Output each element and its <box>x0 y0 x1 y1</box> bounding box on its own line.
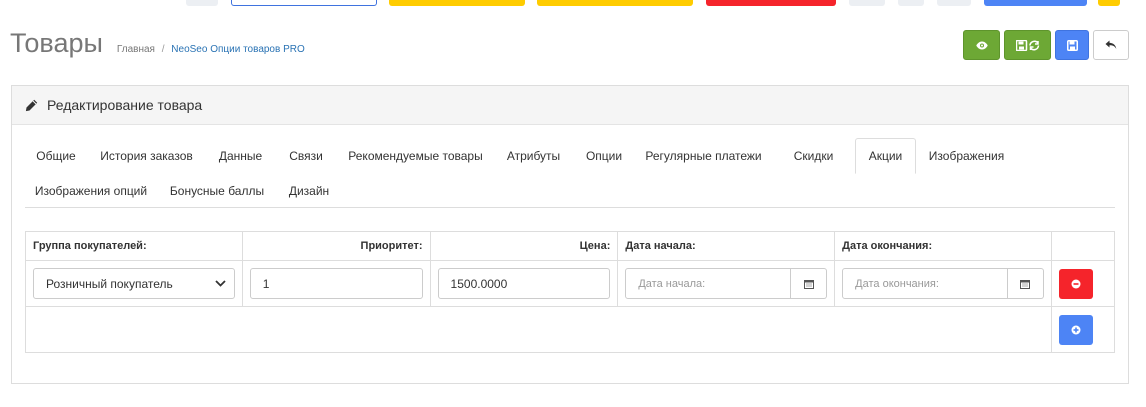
top-button[interactable] <box>849 0 885 6</box>
table-footer-row <box>25 306 1116 353</box>
cell-date-start: Дата начала: <box>617 260 836 307</box>
date-end-placeholder: Дата окончания: <box>855 277 939 290</box>
date-start-calendar-button[interactable] <box>791 268 828 299</box>
date-end-input[interactable]: Дата окончания: <box>842 268 1008 299</box>
customer-group-value: Розничный покупатель <box>46 276 173 291</box>
panel-title: Редактирование товара <box>47 97 203 113</box>
tab-images[interactable]: Изображения <box>916 138 1017 173</box>
tab-recurring[interactable]: Регулярные платежи <box>635 138 772 173</box>
header-priority: Приоритет: <box>241 231 431 261</box>
price-value: 1500.0000 <box>450 276 508 291</box>
cell-priority: 1 <box>241 260 431 307</box>
save-and-stay-button[interactable] <box>1004 30 1051 60</box>
date-end-group: Дата окончания: <box>842 268 1044 299</box>
header-actions <box>963 30 1129 60</box>
save-icon <box>1066 39 1078 51</box>
minus-circle-icon <box>1071 279 1081 288</box>
breadcrumb-home[interactable]: Главная <box>117 44 155 55</box>
tab-order-history[interactable]: История заказов <box>87 138 206 173</box>
footer-empty-cell <box>25 306 1052 353</box>
save-refresh-icon <box>1015 39 1039 51</box>
table-header-row: Группа покупателей: Приоритет: Цена: Дат… <box>25 231 1116 261</box>
top-button[interactable] <box>706 0 836 6</box>
eye-icon <box>975 41 988 49</box>
top-button[interactable] <box>984 0 1087 6</box>
customer-group-select[interactable]: Розничный покупатель <box>33 268 235 299</box>
header-date-start: Дата начала: <box>617 231 836 261</box>
reply-icon <box>1105 40 1117 49</box>
table-row: Розничный покупатель 1 1500.0000 Дата на… <box>25 260 1116 307</box>
chevron-down-icon <box>215 280 226 287</box>
product-edit-panel: Редактирование товара Общие История зака… <box>11 85 1129 384</box>
panel-heading: Редактирование товара <box>12 86 1128 125</box>
pencil-icon <box>25 99 38 111</box>
price-input[interactable]: 1500.0000 <box>437 268 611 299</box>
date-start-input[interactable]: Дата начала: <box>625 268 792 299</box>
page-header: Товары Главная / NeoSeo Опции товаров PR… <box>10 28 305 59</box>
header-actions <box>1050 231 1116 261</box>
tab-design[interactable]: Дизайн <box>277 173 341 208</box>
top-button[interactable] <box>898 0 924 6</box>
plus-circle-icon <box>1071 325 1081 334</box>
cell-add <box>1050 306 1116 353</box>
cell-customer-group: Розничный покупатель <box>25 260 243 307</box>
breadcrumb: Главная / NeoSeo Опции товаров PRO <box>117 44 305 55</box>
page-title: Товары <box>10 28 103 58</box>
date-start-group: Дата начала: <box>625 268 828 299</box>
header-price: Цена: <box>429 231 619 261</box>
tab-discounts[interactable]: Скидки <box>772 138 855 173</box>
product-tabs: Общие История заказов Данные Связи Реком… <box>25 138 1115 208</box>
priority-value: 1 <box>262 276 270 291</box>
top-button[interactable] <box>389 0 525 6</box>
tab-option-images[interactable]: Изображения опций <box>25 173 157 208</box>
back-button[interactable] <box>1093 30 1129 60</box>
tab-options[interactable]: Опции <box>573 138 635 173</box>
cell-date-end: Дата окончания: <box>834 260 1052 307</box>
tab-general[interactable]: Общие <box>25 138 87 173</box>
breadcrumb-separator: / <box>161 44 165 55</box>
remove-special-button[interactable] <box>1058 268 1093 299</box>
breadcrumb-current[interactable]: NeoSeo Опции товаров PRO <box>171 44 304 55</box>
tab-recommended[interactable]: Рекомендуемые товары <box>337 138 494 173</box>
cell-price: 1500.0000 <box>429 260 619 307</box>
tab-specials[interactable]: Акции <box>855 138 916 174</box>
top-button[interactable] <box>231 0 377 6</box>
date-end-calendar-button[interactable] <box>1007 268 1044 299</box>
header-date-end: Дата окончания: <box>834 231 1052 261</box>
top-button[interactable] <box>537 0 693 6</box>
date-start-placeholder: Дата начала: <box>638 277 706 290</box>
top-button[interactable] <box>1098 0 1120 6</box>
tab-data[interactable]: Данные <box>206 138 275 173</box>
specials-table: Группа покупателей: Приоритет: Цена: Дат… <box>25 231 1116 353</box>
top-toolbar-strip <box>0 0 1146 6</box>
priority-input[interactable]: 1 <box>249 268 423 299</box>
calendar-icon <box>1020 279 1031 289</box>
top-button[interactable] <box>937 0 971 6</box>
calendar-icon <box>803 279 814 289</box>
cell-remove <box>1050 260 1116 307</box>
top-button[interactable] <box>186 0 218 6</box>
tab-bonus-points[interactable]: Бонусные баллы <box>157 173 277 208</box>
header-customer-group: Группа покупателей: <box>25 231 243 261</box>
tab-links[interactable]: Связи <box>275 138 337 173</box>
preview-button[interactable] <box>963 30 1000 60</box>
add-special-button[interactable] <box>1058 314 1093 345</box>
save-button[interactable] <box>1055 30 1089 60</box>
tab-attributes[interactable]: Атрибуты <box>494 138 573 173</box>
